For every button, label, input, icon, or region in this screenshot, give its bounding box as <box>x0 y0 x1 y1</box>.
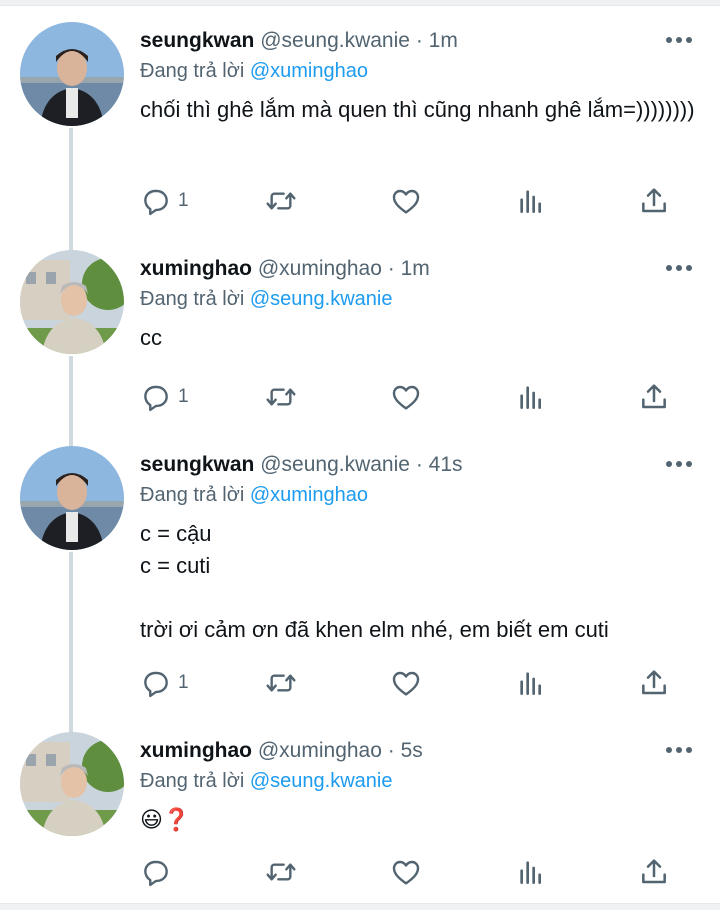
retweet-button[interactable] <box>265 856 297 888</box>
bottom-edge <box>0 903 720 910</box>
reply-button[interactable] <box>140 856 178 888</box>
separator-dot: · <box>415 29 423 52</box>
reply-button[interactable]: 1 <box>140 185 189 217</box>
analytics-icon <box>520 861 541 884</box>
tweet-header: seungkwan @seung.kwanie · 41s <box>140 450 700 480</box>
tweet-text: chối thì ghê lắm mà quen thì cũng nhanh … <box>140 97 695 122</box>
tweet-header: seungkwan @seung.kwanie · 1m <box>140 26 700 56</box>
like-button[interactable] <box>390 667 422 699</box>
tweet[interactable]: xuminghao @xuminghao · 5s Đang trả lời @… <box>0 722 720 902</box>
separator-dot: · <box>387 257 395 280</box>
username[interactable]: @seung.kwanie <box>260 29 410 52</box>
retweet-button[interactable] <box>265 381 297 413</box>
tweet-actions: 1 <box>140 185 680 217</box>
like-button[interactable] <box>390 856 422 888</box>
replying-to-label: Đang trả lời <box>140 770 245 792</box>
tweet-header: xuminghao @xuminghao · 5s <box>140 736 700 766</box>
tweet[interactable]: xuminghao @xuminghao · 1m Đang trả lời @… <box>0 240 720 440</box>
share-icon <box>642 188 666 213</box>
retweet-icon <box>266 388 296 406</box>
replying-to: Đang trả lời @seung.kwanie <box>140 284 700 314</box>
timestamp[interactable]: 1m <box>429 29 458 52</box>
display-name[interactable]: seungkwan <box>140 29 254 52</box>
replying-to-label: Đang trả lời <box>140 60 245 82</box>
avatar[interactable] <box>20 446 124 550</box>
share-button[interactable] <box>638 185 670 217</box>
tweet-actions: 1 <box>140 667 680 699</box>
views-button[interactable] <box>515 381 547 413</box>
replying-to: Đang trả lời @xuminghao <box>140 480 700 510</box>
username[interactable]: @xuminghao <box>258 739 382 762</box>
retweet-icon <box>266 192 296 210</box>
display-name[interactable]: xuminghao <box>140 257 252 280</box>
share-icon <box>642 859 666 884</box>
replying-to-label: Đang trả lời <box>140 484 245 506</box>
mention-link[interactable]: @seung.kwanie <box>250 288 393 310</box>
tweet-actions <box>140 856 680 888</box>
more-icon[interactable] <box>666 34 692 46</box>
reply-button[interactable]: 1 <box>140 667 189 699</box>
analytics-icon <box>520 672 541 695</box>
reply-icon <box>144 189 168 216</box>
share-icon <box>642 670 666 695</box>
tweet-text: 😃❓ <box>140 807 191 832</box>
mention-link[interactable]: @xuminghao <box>250 60 368 82</box>
reply-icon <box>144 671 168 698</box>
timestamp[interactable]: 1m <box>401 257 430 280</box>
display-name[interactable]: seungkwan <box>140 453 254 476</box>
reply-icon <box>144 860 168 887</box>
reply-count: 1 <box>178 386 189 407</box>
timestamp[interactable]: 5s <box>401 739 423 762</box>
heart-icon <box>392 860 420 885</box>
replying-to: Đang trả lời @xuminghao <box>140 56 700 86</box>
retweet-icon <box>266 863 296 881</box>
more-icon[interactable] <box>666 458 692 470</box>
tweet[interactable]: seungkwan @seung.kwanie · 1m Đang trả lờ… <box>0 0 720 240</box>
reply-count: 1 <box>178 672 189 693</box>
tweet[interactable]: seungkwan @seung.kwanie · 41s Đang trả l… <box>0 436 720 726</box>
like-button[interactable] <box>390 381 422 413</box>
views-button[interactable] <box>515 185 547 217</box>
display-name[interactable]: xuminghao <box>140 739 252 762</box>
analytics-icon <box>520 386 541 409</box>
avatar[interactable] <box>20 250 124 354</box>
replying-to-label: Đang trả lời <box>140 288 245 310</box>
reply-icon <box>144 385 168 412</box>
share-button[interactable] <box>638 856 670 888</box>
username[interactable]: @seung.kwanie <box>260 453 410 476</box>
reply-button[interactable]: 1 <box>140 381 189 413</box>
more-icon[interactable] <box>666 744 692 756</box>
separator-dot: · <box>415 453 423 476</box>
views-button[interactable] <box>515 856 547 888</box>
share-button[interactable] <box>638 667 670 699</box>
timestamp[interactable]: 41s <box>429 453 463 476</box>
replying-to: Đang trả lời @seung.kwanie <box>140 766 700 796</box>
tweet-text: c = cậu c = cuti trời ơi cảm ơn đã khen … <box>140 521 609 642</box>
tweet-text: cc <box>140 325 162 350</box>
like-button[interactable] <box>390 185 422 217</box>
heart-icon <box>392 671 420 696</box>
share-icon <box>642 384 666 409</box>
avatar[interactable] <box>20 22 124 126</box>
retweet-button[interactable] <box>265 185 297 217</box>
heart-icon <box>392 385 420 410</box>
tweet-actions: 1 <box>140 381 680 413</box>
tweet-header: xuminghao @xuminghao · 1m <box>140 254 700 284</box>
reply-count: 1 <box>178 190 189 211</box>
heart-icon <box>392 189 420 214</box>
mention-link[interactable]: @seung.kwanie <box>250 770 393 792</box>
avatar[interactable] <box>20 732 124 836</box>
username[interactable]: @xuminghao <box>258 257 382 280</box>
retweet-button[interactable] <box>265 667 297 699</box>
separator-dot: · <box>387 739 395 762</box>
views-button[interactable] <box>515 667 547 699</box>
retweet-icon <box>266 674 296 692</box>
share-button[interactable] <box>638 381 670 413</box>
analytics-icon <box>520 190 541 213</box>
mention-link[interactable]: @xuminghao <box>250 484 368 506</box>
more-icon[interactable] <box>666 262 692 274</box>
